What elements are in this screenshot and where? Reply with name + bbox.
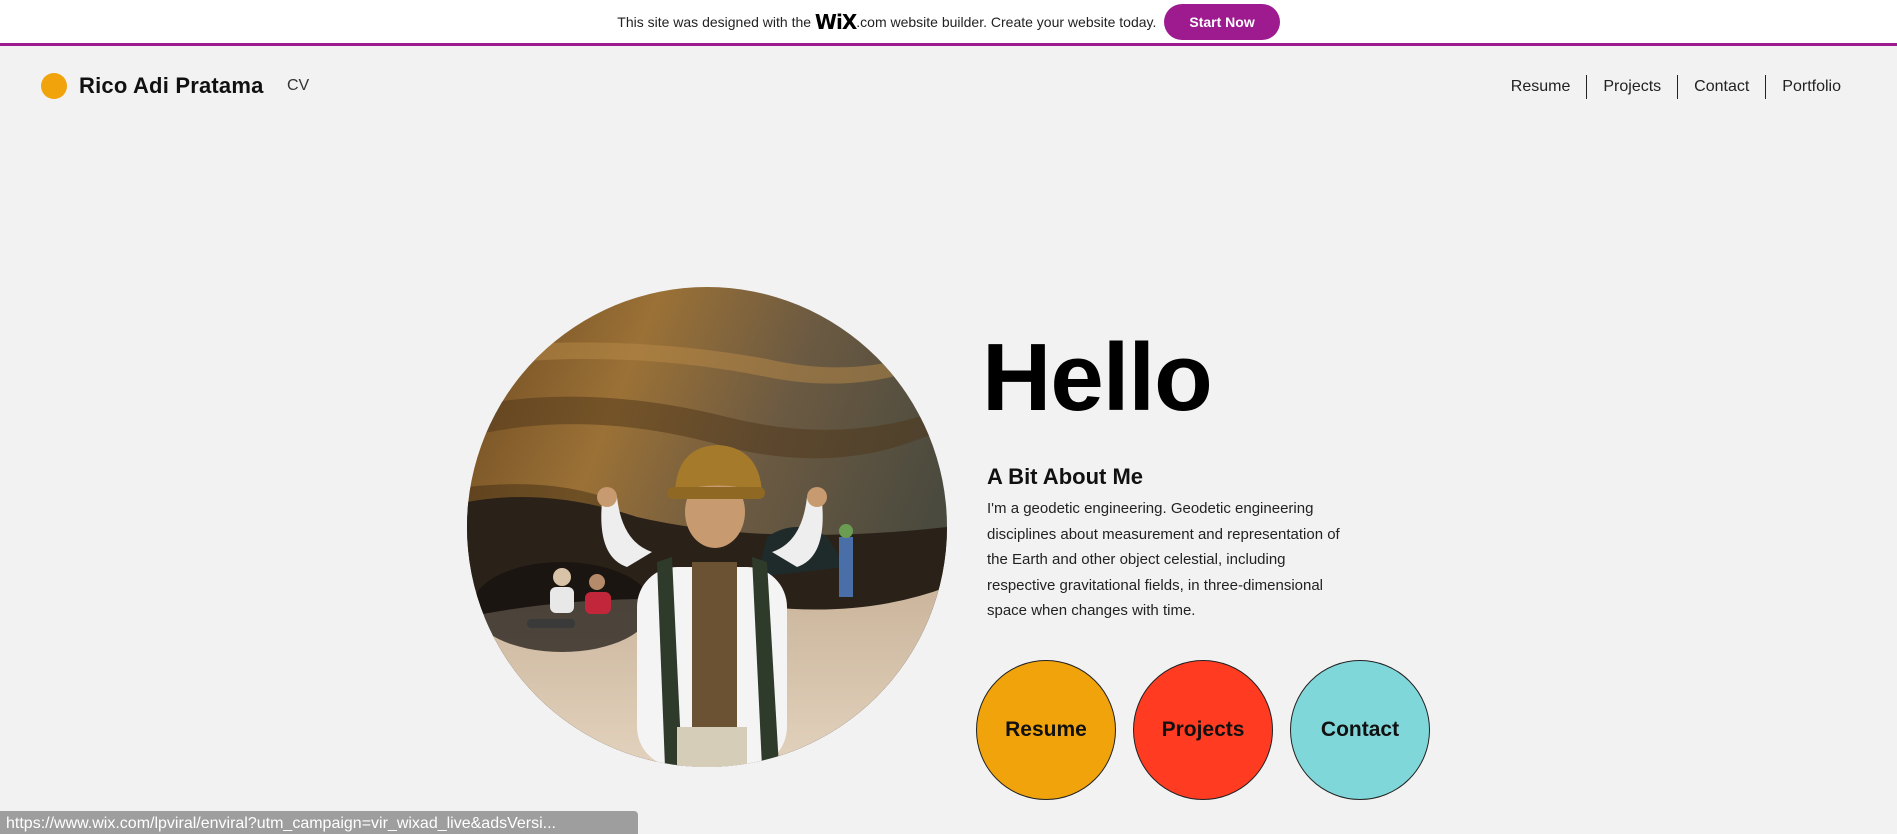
projects-button[interactable]: Projects [1133,660,1273,800]
wix-banner-text: This site was designed with the WiX.com … [617,10,1156,34]
status-bar-url: https://www.wix.com/lpviral/enviral?utm_… [0,811,638,834]
about-text: I'm a geodetic engineering. Geodetic eng… [987,500,1340,620]
nav-item-projects[interactable]: Projects [1586,75,1677,99]
about-title: A Bit About Me [987,464,1144,489]
site-header: Rico Adi Pratama CV Resume Projects Cont… [0,49,1897,129]
profile-photo-illustration [467,287,947,767]
contact-button[interactable]: Contact [1290,660,1430,800]
nav-item-portfolio[interactable]: Portfolio [1765,75,1857,99]
nav-item-contact[interactable]: Contact [1677,75,1765,99]
banner-text-before: This site was designed with the [617,13,812,30]
main-nav: Resume Projects Contact Portfolio [1495,75,1857,99]
brand-dot-icon [41,73,67,99]
start-now-button[interactable]: Start Now [1164,3,1280,40]
wix-logo: WiX [814,9,857,34]
wix-promo-banner: This site was designed with the WiX.com … [0,0,1897,46]
nav-item-resume[interactable]: Resume [1495,75,1587,99]
hero-heading: Hello [982,324,1213,431]
site-subtitle: CV [287,77,310,94]
resume-button[interactable]: Resume [976,660,1116,800]
banner-text-after: .com website builder. Create your websit… [856,13,1157,30]
profile-photo [467,287,947,767]
site-title[interactable]: Rico Adi Pratama [79,73,264,99]
